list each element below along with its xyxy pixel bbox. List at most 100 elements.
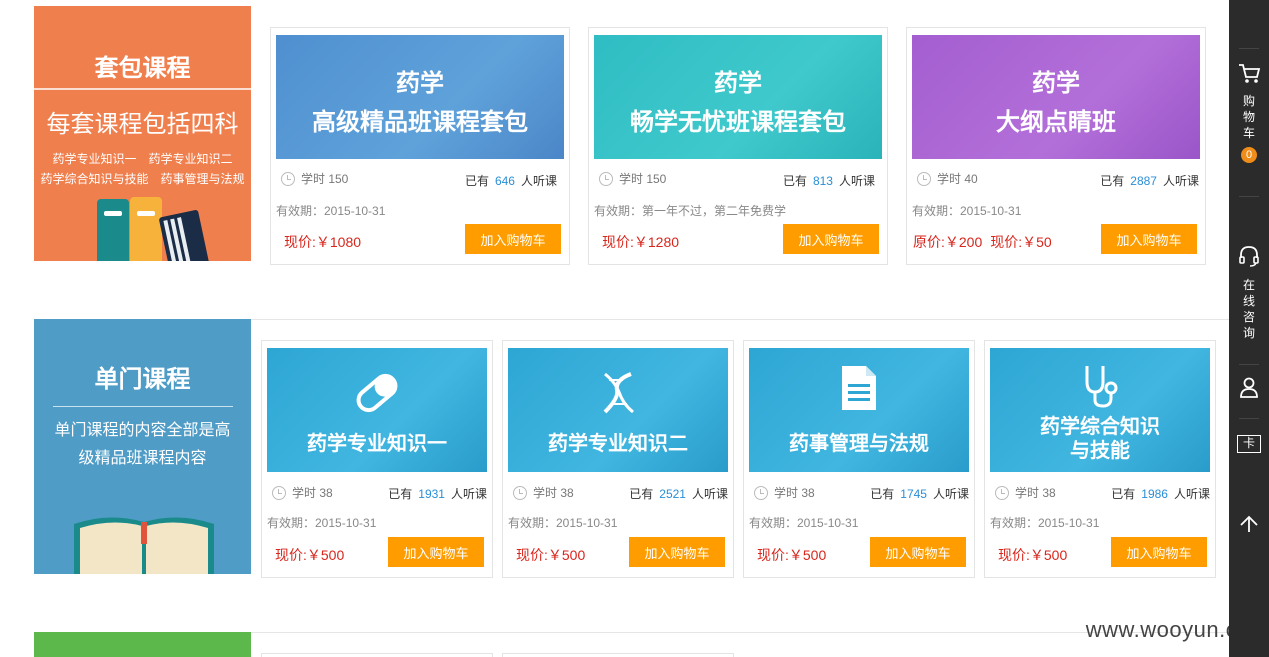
price: 现价:￥500 [757, 547, 827, 563]
next-section-banner [34, 632, 251, 657]
add-to-cart-button[interactable]: 加入购物车 [783, 224, 879, 254]
course-hours: 学时 38 [995, 484, 1056, 501]
course-hours: 学时 38 [272, 484, 333, 501]
open-book-illustration [74, 517, 214, 574]
clock-icon [917, 172, 931, 186]
single-banner: 单门课程 单门课程的内容全部是高级精品班课程内容 [34, 319, 251, 574]
thumb-subtitle: 畅学无忧班课程套包 [630, 109, 846, 136]
course-hours: 学时 150 [281, 170, 348, 187]
divider [34, 88, 251, 90]
cart-button[interactable]: 购物车 0 [1229, 62, 1269, 163]
stethoscope-icon [1085, 366, 1118, 408]
validity: 有效期：2015-10-31 [990, 516, 1100, 530]
section-divider [251, 632, 1229, 633]
cart-label: 购物车 [1242, 94, 1255, 140]
add-to-cart-button[interactable]: 加入购物车 [1101, 224, 1197, 254]
listener-count: 已有 1931 人听课 [388, 487, 487, 501]
single-description: 单门课程的内容全部是高级精品班课程内容 [54, 422, 231, 467]
validity: 有效期：2015-10-31 [912, 204, 1022, 218]
package-subjects-2: 药学综合知识与技能 药事管理与法规 [40, 172, 245, 186]
thumb-subtitle: 高级精品班课程套包 [312, 109, 528, 136]
back-to-top-icon [1240, 515, 1258, 532]
price: 现价:￥1080 [284, 234, 362, 250]
thumb-title: 药学 [1032, 70, 1080, 97]
thumb-title: 药学专业知识一 [307, 433, 447, 455]
course-thumbnail[interactable]: 药学专业知识二 [508, 348, 728, 472]
divider [1239, 196, 1259, 197]
course-thumbnail[interactable]: 药学专业知识一 [267, 348, 487, 472]
course-thumbnail[interactable]: 药学 高级精品班课程套包 [276, 35, 564, 159]
original-price: 原价:￥200 [913, 234, 983, 250]
course-thumbnail[interactable]: 药学 大纲点睛班 [912, 35, 1200, 159]
listener-count: 已有 2887 人听课 [1100, 174, 1199, 188]
consult-label: 在线咨询 [1242, 278, 1255, 340]
price: 现价:￥500 [516, 547, 586, 563]
document-icon [842, 366, 876, 410]
package-card[interactable]: 药学 大纲点睛班 学时 40 已有 2887 人听课 有效期：2015-10-31 … [906, 27, 1206, 265]
pill-icon [356, 373, 398, 413]
course-card[interactable]: 药事管理与法规 学时 38 已有 1745 人听课 有效期：2015-10-31 现… [743, 340, 975, 578]
course-card[interactable]: 药学专业知识二 学时 38 已有 2521 人听课 有效期：2015-10-31 现… [502, 340, 734, 578]
back-to-top-button[interactable] [1229, 512, 1269, 539]
price: 现价:￥500 [998, 547, 1068, 563]
course-hours: 学时 38 [513, 484, 574, 501]
course-thumbnail[interactable]: 药学 畅学无忧班课程套包 [594, 35, 882, 159]
package-card[interactable]: 药学 畅学无忧班课程套包 学时 150 已有 813 人听课 有效期：第一年不过，第… [588, 27, 888, 265]
package-card[interactable]: 药学 高级精品班课程套包 学时 150 已有 646 人听课 有效期：2015-10… [270, 27, 570, 265]
thumb-title: 药学 [396, 70, 444, 97]
package-subtitle: 每套课程包括四科 [46, 111, 239, 138]
online-consult-button[interactable]: 在线咨询 [1229, 244, 1269, 341]
course-card[interactable]: 药学专业知识一 学时 38 已有 1931 人听课 有效期：2015-10-31 现… [261, 340, 493, 578]
thumb-title-line1: 药学综合知识 [1040, 416, 1160, 438]
clock-icon [995, 486, 1009, 500]
listener-count: 已有 813 人听课 [782, 174, 875, 188]
course-hours: 学时 38 [754, 484, 815, 501]
package-title: 套包课程 [94, 55, 191, 82]
clock-icon [599, 172, 613, 186]
thumb-subtitle: 大纲点睛班 [996, 109, 1116, 136]
thumb-title: 药事管理与法规 [789, 433, 929, 455]
validity: 有效期：第一年不过，第二年免费学 [594, 204, 787, 218]
course-card[interactable] [261, 653, 493, 657]
validity: 有效期：2015-10-31 [267, 516, 377, 530]
cart-icon [1239, 64, 1261, 83]
price: 现价:￥1280 [602, 234, 680, 250]
listener-count: 已有 646 人听课 [464, 174, 557, 188]
clock-icon [513, 486, 527, 500]
course-card[interactable]: 药学综合知识 与技能 学时 38 已有 1986 人听课 有效期：2015-10-3… [984, 340, 1216, 578]
thumb-title: 药学专业知识二 [548, 433, 688, 455]
validity: 有效期：2015-10-31 [276, 204, 386, 218]
user-button[interactable] [1229, 376, 1269, 403]
validity: 有效期：2015-10-31 [749, 516, 859, 530]
thumb-title-line2: 与技能 [1070, 440, 1130, 462]
add-to-cart-button[interactable]: 加入购物车 [465, 224, 561, 254]
package-banner: 套包课程 每套课程包括四科 药学专业知识一 药学专业知识二 药学综合知识与技能 … [34, 6, 251, 261]
add-to-cart-button[interactable]: 加入购物车 [870, 537, 966, 567]
course-card[interactable] [502, 653, 734, 657]
clock-icon [272, 486, 286, 500]
card-button[interactable]: 卡 [1229, 434, 1269, 453]
divider [1239, 364, 1259, 365]
course-thumbnail[interactable]: 药学综合知识 与技能 [990, 348, 1210, 472]
add-to-cart-button[interactable]: 加入购物车 [629, 537, 725, 567]
card-icon: 卡 [1237, 435, 1261, 453]
add-to-cart-button[interactable]: 加入购物车 [1111, 537, 1207, 567]
headset-icon [1239, 246, 1259, 267]
clock-icon [754, 486, 768, 500]
divider [1239, 418, 1259, 419]
dna-icon [603, 372, 634, 414]
package-subjects-1: 药学专业知识一 药学专业知识二 [52, 152, 233, 166]
listener-count: 已有 1745 人听课 [870, 487, 969, 501]
thumb-title: 药学 [714, 70, 762, 97]
current-price: 现价:￥50 [990, 234, 1052, 250]
right-toolbar: 购物车 0 在线咨询 卡 [1229, 0, 1269, 657]
books-illustration [97, 197, 210, 261]
course-thumbnail[interactable]: 药事管理与法规 [749, 348, 969, 472]
listener-count: 已有 1986 人听课 [1111, 487, 1210, 501]
cart-count-badge: 0 [1241, 147, 1257, 163]
add-to-cart-button[interactable]: 加入购物车 [388, 537, 484, 567]
section-divider [251, 319, 1229, 320]
user-icon [1240, 377, 1258, 398]
price: 原价:￥200 现价:￥50 [913, 232, 1052, 252]
listener-count: 已有 2521 人听课 [629, 487, 728, 501]
